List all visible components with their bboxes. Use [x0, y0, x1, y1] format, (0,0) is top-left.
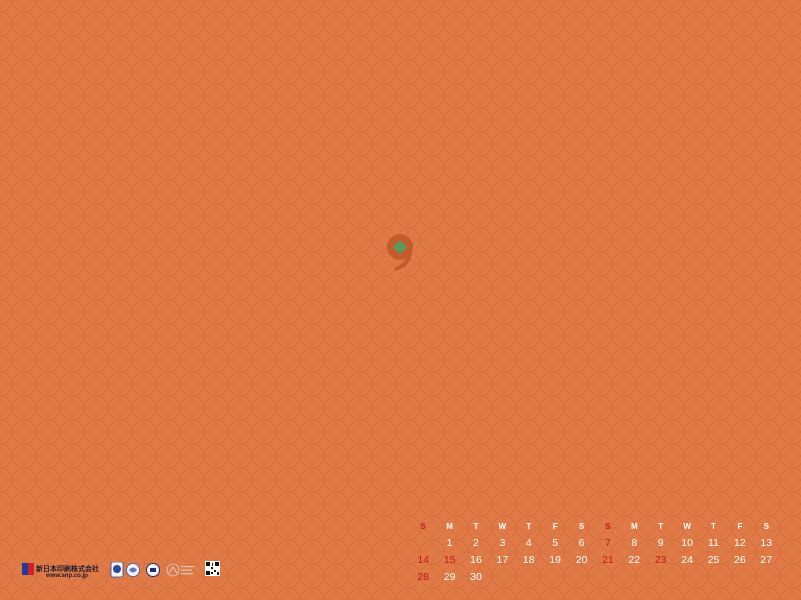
calendar-date: 13	[760, 537, 773, 549]
weekday-header: F	[737, 522, 743, 531]
calendar-date: 9	[657, 537, 664, 549]
calendar-empty-cell	[595, 569, 621, 586]
calendar-date: 18	[522, 554, 535, 566]
weekday-header: T	[526, 522, 532, 531]
calendar-empty-cell	[542, 569, 568, 586]
calendar-empty-cell	[568, 569, 594, 586]
calendar-date: 6	[578, 537, 585, 549]
calendar-date: 27	[760, 554, 773, 566]
calendar-date: 22	[628, 554, 641, 566]
calendar-date: 3	[499, 537, 506, 549]
company-url: www.snp.co.jp	[46, 573, 88, 579]
weekday-header: S	[605, 522, 611, 531]
weekday-header: T	[473, 522, 479, 531]
calendar-date: 25	[707, 554, 720, 566]
wallpaper: S M T W T F S S M T W T F S 1 2 3 4 5 6 7 8 9 10 11 12 13 14 15 16 17 1…	[0, 0, 801, 600]
weekday-header: M	[446, 522, 453, 531]
calendar-date: 23	[654, 554, 667, 566]
weekday-header: S	[578, 522, 585, 531]
month-nine-icon	[387, 234, 413, 271]
company-logo-icon	[22, 563, 34, 575]
calendar-empty-cell	[489, 569, 515, 586]
calendar-date: 1	[446, 537, 453, 549]
weekday-header: W	[498, 522, 507, 531]
calendar-date: 19	[549, 554, 561, 566]
calendar-date: 15	[443, 554, 456, 566]
shippo-pattern	[0, 0, 801, 600]
calendar-date: 4	[525, 537, 532, 549]
calendar-date: 24	[681, 554, 693, 566]
calendar-empty-cell	[516, 569, 542, 586]
weekday-header: S	[420, 522, 426, 531]
weekday-header: T	[711, 522, 716, 531]
calendar-date: 5	[552, 537, 559, 549]
calendar-empty-cell	[410, 535, 436, 552]
calendar-date: 10	[681, 537, 693, 549]
calendar-date: 17	[496, 554, 509, 566]
month-calendar: S M T W T F S S M T W T F S 1 2 3 4 5 6 7 8 9 10 11 12 13 14 15 16 17 1…	[410, 518, 780, 588]
calendar-date: 12	[734, 537, 746, 549]
certification-badge-icon	[146, 563, 160, 577]
calendar-empty-cell	[700, 569, 726, 586]
weekday-header: T	[658, 522, 664, 531]
footer: 新日本印刷株式会社 www.snp.co.jp	[22, 560, 232, 586]
calendar-empty-cell	[753, 569, 779, 586]
weekday-header: F	[552, 522, 558, 531]
certification-badge-icon	[110, 562, 124, 578]
calendar-date: 28	[417, 571, 430, 583]
calendar-date: 26	[734, 554, 746, 566]
certification-badge-icon	[126, 563, 140, 577]
calendar-date: 7	[605, 537, 611, 549]
calendar-date: 29	[443, 571, 456, 583]
qr-code-icon	[205, 561, 220, 576]
calendar-date: 21	[602, 554, 614, 566]
calendar-date: 30	[470, 571, 482, 583]
calendar-date: 8	[631, 537, 638, 549]
weekday-header: W	[683, 522, 691, 531]
science-based-targets-icon	[166, 563, 194, 577]
calendar-date: 20	[575, 554, 588, 566]
calendar-date: 11	[708, 537, 719, 549]
calendar-empty-cell	[648, 569, 674, 586]
calendar-empty-cell	[674, 569, 700, 586]
calendar-date: 2	[473, 537, 479, 549]
calendar-empty-cell	[621, 569, 647, 586]
weekday-header: S	[763, 522, 769, 531]
weekday-header: M	[630, 522, 638, 531]
calendar-date: 16	[470, 554, 482, 566]
calendar-empty-cell	[727, 569, 753, 586]
calendar-date: 14	[417, 554, 430, 566]
